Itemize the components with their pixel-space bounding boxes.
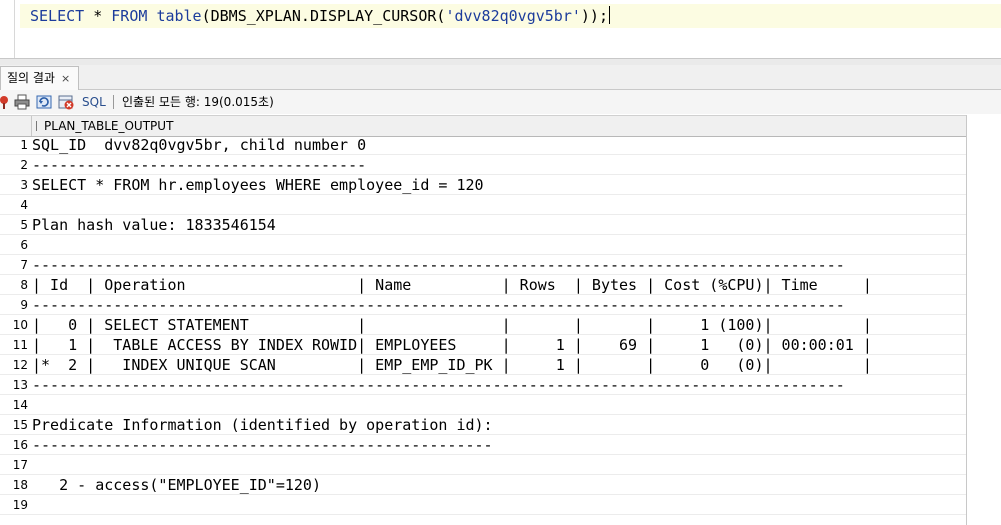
plan-output-cell[interactable]: SQL_ID dvv82q0vgv5br, child number 0 [32,135,366,155]
grid-rows: 1 SQL_ID dvv82q0vgv5br, child number 0 2 --… [0,135,966,515]
cancel-icon[interactable] [58,94,74,110]
grid-corner[interactable] [0,116,32,136]
refresh-icon[interactable] [36,94,52,110]
keyword-from: FROM [111,7,148,25]
table-row[interactable]: 4 [0,195,966,215]
table-row[interactable]: 13 --------------------------------------… [0,375,966,395]
table-row[interactable]: 18 2 - access("EMPLOYEE_ID"=120) [0,475,966,495]
row-number: 10 [12,318,28,332]
row-number: 16 [12,438,28,452]
plan-output-cell[interactable]: ----------------------------------------… [32,295,845,315]
table-row[interactable]: 14 [0,395,966,415]
column-resize-handle[interactable] [36,121,37,131]
result-tab-strip: 질의 결과 × [0,65,1001,90]
row-number: 1 [20,138,28,152]
result-grid[interactable]: PLAN_TABLE_OUTPUT 1 SQL_ID dvv82q0vgv5br,… [0,115,1001,525]
table-row[interactable]: 5 Plan hash value: 1833546154 [0,215,966,235]
table-row[interactable]: 8 | Id | Operation | Name | Rows | Bytes … [0,275,966,295]
editor-gutter [0,0,15,58]
grid-header: PLAN_TABLE_OUTPUT [0,115,966,137]
string-literal: 'dvv82q0vgv5br' [445,7,581,25]
tab-query-result[interactable]: 질의 결과 × [0,66,80,90]
row-number: 19 [12,498,28,512]
grid-right-border [966,115,967,525]
close-tab-icon[interactable]: × [61,72,70,85]
table-row[interactable]: 19 [0,495,966,515]
keyword-table: table [156,7,202,25]
row-number: 9 [20,298,28,312]
plan-output-cell[interactable]: ------------------------------------- [32,155,366,175]
sql-button[interactable]: SQL [82,94,106,110]
row-number: 11 [12,338,28,352]
row-number: 18 [12,478,28,492]
plan-output-cell[interactable]: Plan hash value: 1833546154 [32,215,276,235]
table-row[interactable]: 9 ---------------------------------------… [0,295,966,315]
row-number: 8 [20,278,28,292]
plan-output-cell[interactable]: 2 - access("EMPLOYEE_ID"=120) [32,475,321,495]
row-number: 5 [20,218,28,232]
row-number: 15 [12,418,28,432]
column-header-plan-table-output[interactable]: PLAN_TABLE_OUTPUT [44,118,173,134]
table-row[interactable]: 6 [0,235,966,255]
plan-output-cell[interactable]: | Id | Operation | Name | Rows | Bytes |… [32,275,872,295]
plan-output-cell[interactable]: |* 2 | INDEX UNIQUE SCAN | EMP_EMP_ID_PK… [32,355,872,375]
table-row[interactable]: 7 ---------------------------------------… [0,255,966,275]
row-number: 2 [20,158,28,172]
table-row[interactable]: 2 ------------------------------------- [0,155,966,175]
plan-output-cell[interactable]: | 1 | TABLE ACCESS BY INDEX ROWID| EMPLO… [32,335,872,355]
row-number: 14 [12,398,28,412]
table-row[interactable]: 10 | 0 | SELECT STATEMENT | | | | 1 (100)… [0,315,966,335]
keyword-select: SELECT [30,7,85,25]
result-toolbar: SQL 인출된 모든 행: 19(0.015초) [0,90,1001,114]
plan-output-cell[interactable]: | 0 | SELECT STATEMENT | | | | 1 (100)| … [32,315,872,335]
pin-icon[interactable] [0,94,12,110]
row-number: 3 [20,178,28,192]
table-row[interactable]: 3 SELECT * FROM hr.employees WHERE employ… [0,175,966,195]
closing-tokens: )); [580,7,608,25]
row-number: 13 [12,378,28,392]
sql-statement[interactable]: SELECT * FROM table(DBMS_XPLAN.DISPLAY_C… [30,6,610,26]
fetch-status: 인출된 모든 행: 19(0.015초) [122,95,274,109]
table-row[interactable]: 16 --------------------------------------… [0,435,966,455]
text-caret [609,6,610,24]
plan-output-cell[interactable]: Predicate Information (identified by ope… [32,415,493,435]
table-row[interactable]: 12 |* 2 | INDEX UNIQUE SCAN | EMP_EMP_ID_… [0,355,966,375]
sql-editor[interactable]: SELECT * FROM table(DBMS_XPLAN.DISPLAY_C… [0,0,1001,58]
table-row[interactable]: 11 | 1 | TABLE ACCESS BY INDEX ROWID| EMP… [0,335,966,355]
plan-output-cell[interactable]: ----------------------------------------… [32,255,845,275]
plan-output-cell[interactable]: SELECT * FROM hr.employees WHERE employe… [32,175,484,195]
star-token: * [84,7,112,25]
table-row[interactable]: 17 [0,455,966,475]
plan-output-cell[interactable]: ----------------------------------------… [32,435,493,455]
print-icon[interactable] [14,94,30,110]
function-call: (DBMS_XPLAN.DISPLAY_CURSOR( [201,7,446,25]
plan-output-cell[interactable]: ----------------------------------------… [32,375,845,395]
row-number: 6 [20,238,28,252]
tab-label: 질의 결과 [7,71,55,85]
row-number: 7 [20,258,28,272]
row-number: 12 [12,358,28,372]
table-row[interactable]: 15 Predicate Information (identified by o… [0,415,966,435]
toolbar-separator [113,95,114,109]
row-number: 4 [20,198,28,212]
row-number: 17 [12,458,28,472]
table-row[interactable]: 1 SQL_ID dvv82q0vgv5br, child number 0 [0,135,966,155]
